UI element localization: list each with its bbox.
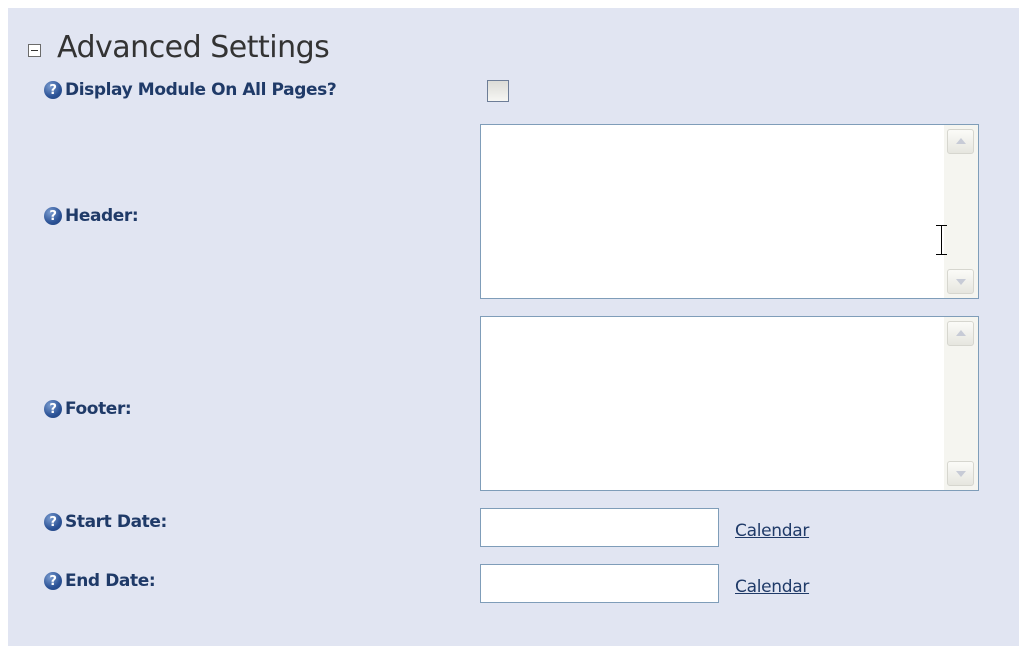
header-label-row: ? Header:: [44, 206, 139, 226]
help-icon[interactable]: ?: [44, 572, 62, 590]
header-scrollbar[interactable]: [944, 125, 978, 298]
help-icon[interactable]: ?: [44, 400, 62, 418]
start-date-label-row: ? Start Date:: [44, 512, 167, 532]
end-date-label: End Date:: [65, 571, 156, 591]
header-label: Header:: [65, 206, 139, 226]
section-header: Advanced Settings: [28, 30, 330, 65]
display-all-pages-label-row: ? Display Module On All Pages?: [44, 80, 337, 100]
scroll-down-button[interactable]: [947, 461, 974, 486]
chevron-up-icon: [956, 138, 966, 144]
advanced-settings-panel: Advanced Settings ? Display Module On Al…: [8, 8, 1019, 646]
display-all-pages-label: Display Module On All Pages?: [65, 80, 337, 100]
footer-label: Footer:: [65, 399, 132, 419]
footer-scrollbar[interactable]: [944, 317, 978, 490]
help-icon[interactable]: ?: [44, 81, 62, 99]
scroll-down-button[interactable]: [947, 269, 974, 294]
scroll-up-button[interactable]: [947, 129, 974, 154]
end-date-label-row: ? End Date:: [44, 571, 156, 591]
help-icon[interactable]: ?: [44, 207, 62, 225]
display-all-pages-checkbox[interactable]: [487, 80, 509, 102]
chevron-down-icon: [956, 471, 966, 477]
footer-textarea[interactable]: [480, 316, 979, 491]
collapse-minus-icon[interactable]: [28, 44, 41, 57]
footer-label-row: ? Footer:: [44, 399, 132, 419]
section-title: Advanced Settings: [57, 30, 330, 65]
end-date-calendar-link[interactable]: Calendar: [735, 577, 809, 597]
help-icon[interactable]: ?: [44, 513, 62, 531]
chevron-up-icon: [956, 330, 966, 336]
scroll-up-button[interactable]: [947, 321, 974, 346]
end-date-input[interactable]: [480, 564, 719, 603]
chevron-down-icon: [956, 279, 966, 285]
start-date-label: Start Date:: [65, 512, 167, 532]
header-textarea[interactable]: [480, 124, 979, 299]
start-date-calendar-link[interactable]: Calendar: [735, 521, 809, 541]
start-date-input[interactable]: [480, 508, 719, 547]
text-cursor-icon: [936, 225, 947, 255]
